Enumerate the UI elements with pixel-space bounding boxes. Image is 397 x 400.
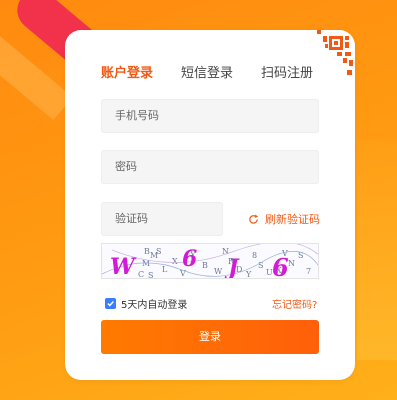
- tab-account-login[interactable]: 账户登录: [101, 62, 153, 81]
- svg-text:S: S: [148, 271, 153, 279]
- tab-sms-login[interactable]: 短信登录: [181, 62, 233, 81]
- svg-text:6: 6: [272, 253, 289, 279]
- svg-text:C: C: [138, 270, 144, 279]
- svg-text:S: S: [156, 247, 161, 256]
- refresh-icon: [249, 213, 259, 224]
- phone-input[interactable]: 手机号码: [101, 99, 319, 133]
- svg-text:Y: Y: [245, 270, 252, 279]
- password-placeholder: 密码: [115, 160, 137, 173]
- login-button[interactable]: 登录: [101, 320, 319, 354]
- svg-text:W: W: [214, 267, 223, 276]
- login-card: 账户登录 短信登录 扫码注册 手机号码 密码 验证码 刷新验证码 BMS MLX…: [65, 30, 355, 380]
- svg-text:B: B: [202, 261, 208, 270]
- captcha-graphic: B MS MLX CSV V NR D8Y SUV NS7 XWB W 6 J 6: [102, 244, 318, 279]
- login-tabs: 账户登录 短信登录 扫码注册: [101, 62, 313, 81]
- tab-scan-register[interactable]: 扫码注册: [261, 62, 313, 81]
- password-input[interactable]: 密码: [101, 150, 319, 184]
- background-stripe-right: [357, 140, 397, 360]
- svg-text:L: L: [162, 265, 168, 274]
- checkmark-icon: [107, 301, 114, 307]
- captcha-input[interactable]: 验证码: [101, 202, 223, 236]
- remember-checkbox[interactable]: [105, 298, 116, 309]
- svg-text:W: W: [110, 254, 137, 279]
- captcha-image[interactable]: BMS MLX CSV VNR D8Y SUV NS7 XWB W 6 J 6: [101, 243, 319, 279]
- svg-text:6: 6: [182, 246, 197, 272]
- svg-text:7: 7: [306, 267, 311, 276]
- forgot-password-link[interactable]: 忘记密码?: [272, 296, 317, 311]
- svg-text:8: 8: [252, 251, 257, 260]
- refresh-captcha-label: 刷新验证码: [265, 213, 320, 226]
- remember-label: 5天内自动登录: [121, 300, 188, 311]
- svg-text:X: X: [172, 257, 178, 266]
- svg-text:N: N: [288, 259, 295, 268]
- phone-placeholder: 手机号码: [115, 109, 159, 122]
- remember-me[interactable]: 5天内自动登录: [105, 296, 187, 311]
- captcha-placeholder: 验证码: [115, 212, 148, 225]
- refresh-captcha-link[interactable]: 刷新验证码: [248, 211, 320, 227]
